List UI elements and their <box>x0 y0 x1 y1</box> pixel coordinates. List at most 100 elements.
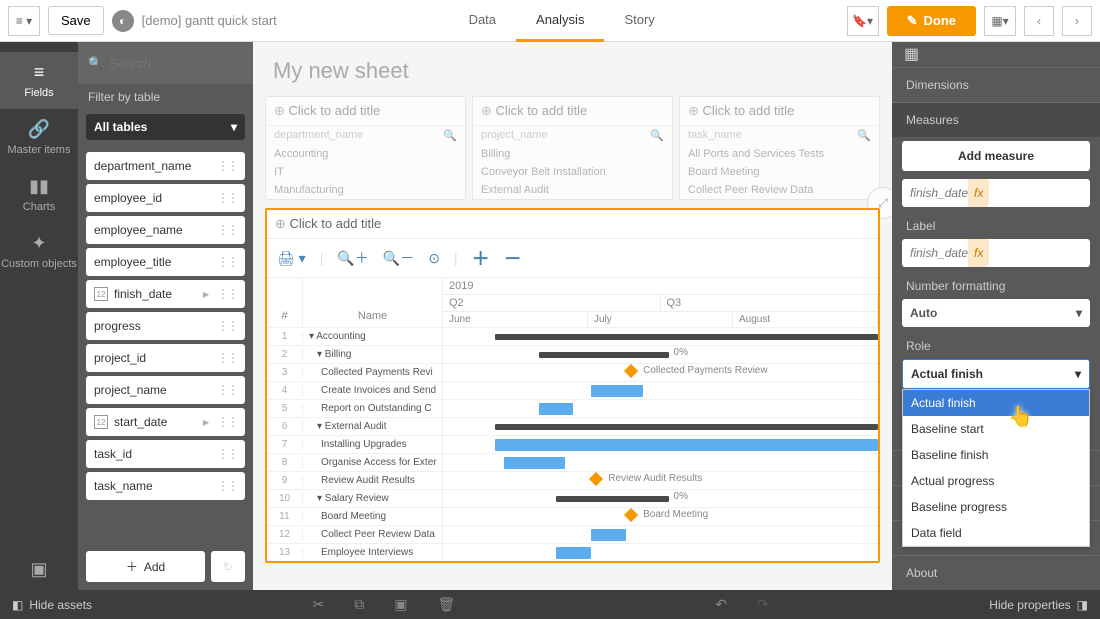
field-item[interactable]: employee_name⋮⋮ <box>86 216 245 244</box>
gantt-bar[interactable] <box>556 547 591 559</box>
fx-button-label[interactable]: fx <box>968 239 989 267</box>
gantt-bar[interactable] <box>495 334 878 340</box>
hide-properties-button[interactable]: Hide properties◨ <box>977 598 1100 612</box>
gantt-row[interactable]: 13Employee Interviews <box>267 543 878 561</box>
gantt-bar[interactable] <box>495 424 878 430</box>
tab-data[interactable]: Data <box>449 0 516 42</box>
gantt-row[interactable]: 10▾ Salary Review0% <box>267 489 878 507</box>
gantt-bar[interactable] <box>539 352 670 358</box>
card-value[interactable]: Manufacturing <box>266 181 465 199</box>
fit-icon[interactable]: ⊙ <box>428 250 440 267</box>
field-item[interactable]: project_id⋮⋮ <box>86 344 245 372</box>
paste-icon[interactable]: ▣ <box>394 596 407 613</box>
gantt-title-placeholder[interactable]: Click to add title <box>267 210 878 238</box>
drag-handle-icon[interactable]: ⋮⋮ <box>217 319 237 333</box>
gantt-row[interactable]: 6▾ External Audit <box>267 417 878 435</box>
zoom-in-icon[interactable]: 🔍＋ <box>337 248 368 268</box>
gantt-row[interactable]: 2▾ Billing0% <box>267 345 878 363</box>
gantt-bar[interactable] <box>495 439 878 451</box>
card-value[interactable]: Billing <box>473 145 672 163</box>
field-item[interactable]: employee_title⋮⋮ <box>86 248 245 276</box>
fx-button[interactable]: fx <box>968 179 989 207</box>
drag-handle-icon[interactable]: ⋮⋮ <box>217 351 237 365</box>
role-option[interactable]: Data field <box>903 520 1089 546</box>
sheet-dropdown[interactable]: ▦▾ <box>984 6 1016 36</box>
dimensions-section[interactable]: Dimensions <box>892 67 1100 102</box>
delete-icon[interactable]: 🗑 <box>438 596 456 613</box>
gantt-bar[interactable] <box>591 529 626 541</box>
card-value[interactable]: All Ports and Services Tests <box>680 145 879 163</box>
measure-field-input[interactable]: finish_datefx <box>902 179 1090 207</box>
card-title-placeholder[interactable]: Click to add title <box>680 97 879 125</box>
print-icon[interactable]: 🖨 ▾ <box>277 250 306 267</box>
next-sheet-button[interactable]: › <box>1062 6 1092 36</box>
gantt-row[interactable]: 11Board MeetingBoard Meeting <box>267 507 878 525</box>
field-item[interactable]: project_name⋮⋮ <box>86 376 245 404</box>
role-option[interactable]: Baseline start <box>903 416 1089 442</box>
gantt-row[interactable]: 4Create Invoices and Send <box>267 381 878 399</box>
field-item[interactable]: department_name⋮⋮ <box>86 152 245 180</box>
redo-icon[interactable]: ↷ <box>757 596 769 613</box>
expand-icon[interactable]: ＋ <box>472 245 490 271</box>
drag-handle-icon[interactable]: ⋮⋮ <box>217 447 237 461</box>
field-item[interactable]: progress⋮⋮ <box>86 312 245 340</box>
milestone[interactable] <box>624 508 638 522</box>
menu-dropdown[interactable]: ≡ ▾ <box>8 6 40 36</box>
number-formatting-select[interactable]: Auto▾ <box>902 299 1090 327</box>
gantt-row[interactable]: 5Report on Outstanding C <box>267 399 878 417</box>
milestone[interactable] <box>624 364 638 378</box>
field-item[interactable]: employee_id⋮⋮ <box>86 184 245 212</box>
card-value[interactable]: Accounting <box>266 145 465 163</box>
role-option[interactable]: Baseline progress <box>903 494 1089 520</box>
role-option[interactable]: Actual finish <box>903 390 1089 416</box>
rail-custom-objects[interactable]: ✦Custom objects <box>0 223 78 280</box>
gantt-bar[interactable] <box>504 457 565 469</box>
drag-handle-icon[interactable]: ⋮⋮ <box>217 223 237 237</box>
measures-section[interactable]: Measures <box>892 102 1100 137</box>
card-title-placeholder[interactable]: Click to add title <box>473 97 672 125</box>
rail-charts[interactable]: ▮▮Charts <box>0 166 78 223</box>
drag-handle-icon[interactable]: ⋮⋮ <box>217 383 237 397</box>
gantt-row[interactable]: 1▾ Accounting <box>267 327 878 345</box>
drag-handle-icon[interactable]: ⋮⋮ <box>217 255 237 269</box>
drag-handle-icon[interactable]: ⋮⋮ <box>217 415 237 429</box>
rail-fields[interactable]: ≡Fields <box>0 52 78 109</box>
add-measure-button[interactable]: Add measure <box>902 141 1090 171</box>
milestone[interactable] <box>589 472 603 486</box>
drag-handle-icon[interactable]: ⋮⋮ <box>217 191 237 205</box>
gantt-bar[interactable] <box>591 385 643 397</box>
prev-sheet-button[interactable]: ‹ <box>1024 6 1054 36</box>
label-input[interactable]: finish_datefx <box>902 239 1090 267</box>
sheet-title[interactable]: My new sheet <box>265 54 880 96</box>
role-option[interactable]: Baseline finish <box>903 442 1089 468</box>
gantt-object[interactable]: Click to add title 🖨 ▾ | 🔍＋ 🔍－ ⊙ | ＋ － #… <box>265 208 880 563</box>
field-item[interactable]: 12start_date▸⋮⋮ <box>86 408 245 436</box>
hide-assets-button[interactable]: ◧Hide assets <box>0 598 104 612</box>
gantt-row[interactable]: 9Review Audit ResultsReview Audit Result… <box>267 471 878 489</box>
bookmark-dropdown[interactable]: 🔖▾ <box>847 6 879 36</box>
cut-icon[interactable]: ✂ <box>313 596 325 613</box>
done-button[interactable]: ✎Done <box>887 6 976 36</box>
tables-dropdown[interactable]: All tables▾ <box>86 114 245 140</box>
field-item[interactable]: task_id⋮⋮ <box>86 440 245 468</box>
gantt-bar[interactable] <box>556 496 669 502</box>
rail-settings-icon[interactable]: ▣ <box>20 549 57 590</box>
gantt-row[interactable]: 12Collect Peer Review Data <box>267 525 878 543</box>
add-field-button[interactable]: ＋Add <box>86 551 205 582</box>
gantt-row[interactable]: 3Collected Payments ReviCollected Paymen… <box>267 363 878 381</box>
copy-icon[interactable]: ⧉ <box>354 596 364 613</box>
filter-card[interactable]: Click to add titleproject_name🔍BillingCo… <box>472 96 673 200</box>
about-section[interactable]: About <box>892 555 1100 590</box>
card-value[interactable]: Board Meeting <box>680 163 879 181</box>
drag-handle-icon[interactable]: ⋮⋮ <box>217 479 237 493</box>
gantt-row[interactable]: 7Installing Upgrades <box>267 435 878 453</box>
role-select[interactable]: Actual finish▾ <box>902 359 1090 389</box>
rail-master-items[interactable]: 🔗Master items <box>0 109 78 166</box>
card-value[interactable]: Collect Peer Review Data <box>680 181 879 199</box>
gantt-bar[interactable] <box>539 403 574 415</box>
card-title-placeholder[interactable]: Click to add title <box>266 97 465 125</box>
tab-analysis[interactable]: Analysis <box>516 0 604 42</box>
filter-card[interactable]: Click to add titledepartment_name🔍Accoun… <box>265 96 466 200</box>
card-value[interactable]: Conveyor Belt Installation <box>473 163 672 181</box>
undo-icon[interactable]: ↶ <box>715 596 727 613</box>
